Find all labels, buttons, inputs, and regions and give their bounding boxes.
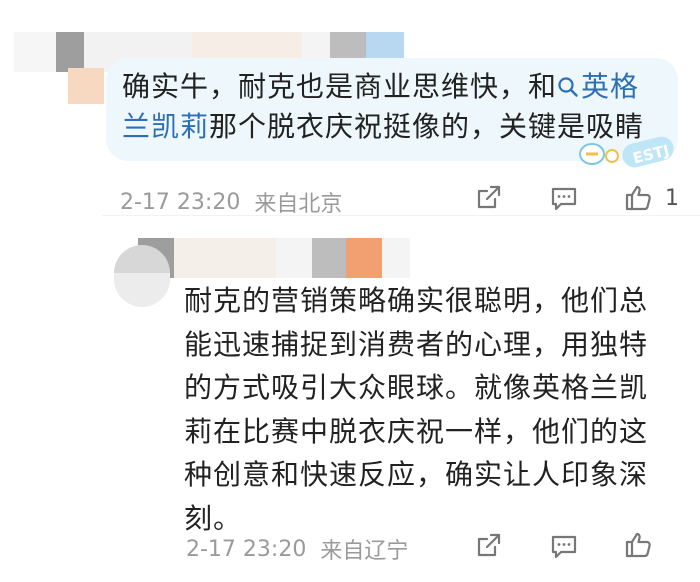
pixelated-avatar-1 xyxy=(68,68,104,104)
comment-1-location: 来自北京 xyxy=(254,192,343,217)
pixelated-username-2 xyxy=(138,238,410,278)
comment-text-2: 耐克的营销策略确实很聪明，他们总能迅速捕捉到消费者的心理，用独特的方式吸引大众眼… xyxy=(184,284,649,535)
estj-sticker: ESTJ xyxy=(578,134,678,168)
comment-1-text-before: 确实牛，耐克也是商业思维快，和 xyxy=(122,70,558,103)
share-icon[interactable] xyxy=(474,182,504,212)
comment-2-time: 2-17 23:20 xyxy=(186,536,307,562)
like-icon[interactable] xyxy=(622,529,654,561)
comment-1-meta: 2-17 23:20 来自北京 xyxy=(120,186,342,218)
comment-icon[interactable] xyxy=(548,183,580,213)
comment-2-meta: 2-17 23:20 来自辽宁 xyxy=(186,533,408,565)
divider xyxy=(102,215,700,216)
share-icon[interactable] xyxy=(474,530,504,560)
comment-icon[interactable] xyxy=(548,531,580,561)
search-icon xyxy=(558,77,578,97)
comment-1-time: 2-17 23:20 xyxy=(120,189,241,215)
avatar-2[interactable] xyxy=(114,245,170,307)
comment-2-location: 来自辽宁 xyxy=(320,539,409,564)
comment-thread: 确实牛，耐克也是商业思维快，和 英格兰凯莉那个脱衣庆祝挺像的，关键是吸睛 ESTJ… xyxy=(0,0,700,582)
like-count-1: 1 xyxy=(665,186,679,211)
like-icon[interactable] xyxy=(622,182,654,214)
